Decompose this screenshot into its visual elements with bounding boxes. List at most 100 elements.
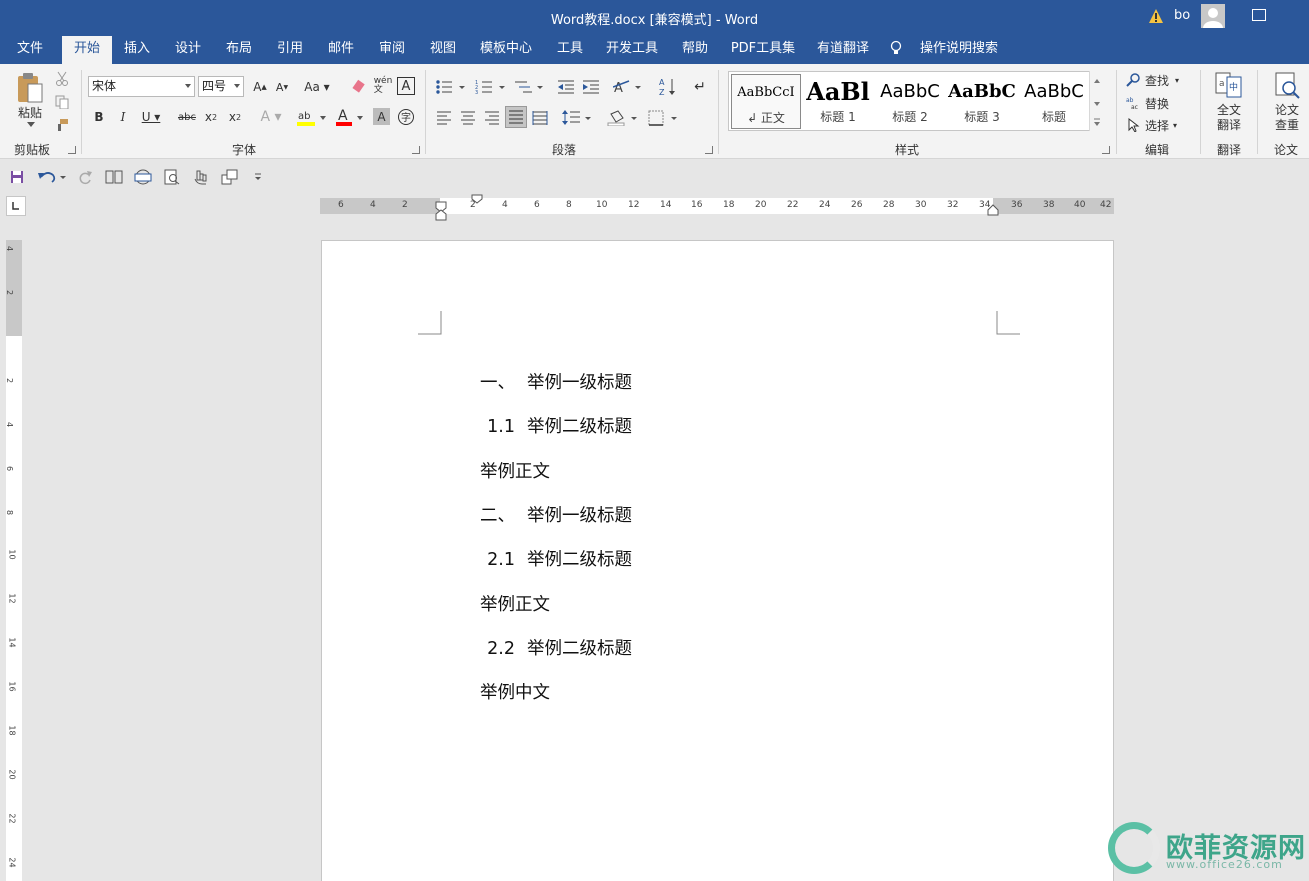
- full-text-translate-icon[interactable]: a中: [1213, 70, 1245, 100]
- style-heading-3[interactable]: AaBbC 标题 3: [947, 74, 1017, 129]
- tab-design[interactable]: 设计: [166, 34, 210, 64]
- justify-icon[interactable]: [505, 106, 527, 128]
- align-left-icon[interactable]: [434, 108, 454, 128]
- clipboard-launcher-icon[interactable]: [68, 146, 76, 154]
- document-page[interactable]: 一、 举例一级标题 1.1 举例二级标题 举例正文 二、 举例一级标题 2.1 举例二级…: [321, 240, 1114, 881]
- character-shading-icon[interactable]: A: [373, 108, 390, 125]
- user-name[interactable]: bo: [1174, 8, 1190, 23]
- change-case-icon[interactable]: Aa ▾: [300, 77, 334, 97]
- tab-references[interactable]: 引用: [268, 34, 312, 64]
- body-text[interactable]: 举例正文: [480, 458, 550, 483]
- paper-check-icon[interactable]: [1272, 70, 1302, 100]
- bullets-icon[interactable]: [434, 77, 468, 97]
- paste-dropdown-icon[interactable]: [24, 120, 38, 130]
- styles-gallery-scrollbar[interactable]: [1089, 71, 1103, 131]
- heading-2[interactable]: 2.2 举例二级标题: [480, 635, 632, 660]
- clear-formatting-icon[interactable]: [348, 77, 368, 97]
- character-border-icon[interactable]: A: [397, 77, 415, 95]
- tab-home[interactable]: 开始: [62, 36, 112, 64]
- font-size-select[interactable]: 四号: [198, 76, 244, 97]
- copy-icon[interactable]: [54, 93, 70, 111]
- style-heading-2[interactable]: AaBbC 标题 2: [875, 74, 945, 129]
- tab-review[interactable]: 审阅: [370, 34, 414, 64]
- underline-button[interactable]: U ▾: [138, 107, 164, 127]
- line-spacing-icon[interactable]: [560, 108, 594, 128]
- customize-qat-icon[interactable]: [250, 167, 266, 187]
- chinese-layout-icon[interactable]: A: [612, 77, 644, 97]
- decrease-indent-icon[interactable]: [556, 77, 576, 97]
- styles-launcher-icon[interactable]: [1102, 146, 1110, 154]
- font-name-select[interactable]: 宋体: [88, 76, 195, 97]
- style-normal[interactable]: AaBbCcI ↲ 正文: [731, 74, 801, 129]
- avatar[interactable]: [1201, 4, 1225, 28]
- tab-selector[interactable]: [6, 196, 26, 216]
- tab-file[interactable]: 文件: [8, 34, 52, 64]
- tab-developer[interactable]: 开发工具: [600, 34, 664, 64]
- heading-1[interactable]: 二、 举例一级标题: [480, 502, 632, 527]
- sort-icon[interactable]: AZ: [658, 76, 678, 98]
- reading-mode-icon[interactable]: [104, 167, 124, 187]
- web-layout-icon[interactable]: [133, 167, 153, 187]
- font-launcher-icon[interactable]: [412, 146, 420, 154]
- font-color-icon[interactable]: A: [334, 107, 366, 127]
- borders-icon[interactable]: [646, 108, 680, 128]
- show-formatting-marks-icon[interactable]: ↵: [690, 77, 710, 97]
- save-icon[interactable]: [8, 168, 26, 186]
- tab-layout[interactable]: 布局: [217, 34, 261, 64]
- warning-icon[interactable]: [1148, 8, 1164, 24]
- increase-indent-icon[interactable]: [581, 77, 601, 97]
- tab-view[interactable]: 视图: [421, 34, 465, 64]
- subscript-button[interactable]: x2: [202, 107, 220, 127]
- grow-font-icon[interactable]: A ▲: [250, 77, 270, 97]
- indent-markers[interactable]: [434, 192, 448, 224]
- undo-icon[interactable]: [36, 167, 68, 187]
- heading-2[interactable]: 2.1 举例二级标题: [480, 546, 632, 571]
- tab-mailings[interactable]: 邮件: [319, 34, 363, 64]
- paste-button[interactable]: 粘贴: [10, 104, 50, 120]
- highlight-color-icon[interactable]: ab: [294, 107, 328, 127]
- strikethrough-button[interactable]: abc: [176, 107, 198, 127]
- tab-pdf-tools[interactable]: PDF工具集: [726, 34, 800, 64]
- vertical-ruler[interactable]: 4 2 2 4 6 8 10 12 14 16 18 20 22 24: [5, 240, 22, 881]
- paper-check-button[interactable]: 论文: [1266, 102, 1308, 117]
- new-window-icon[interactable]: [220, 167, 240, 187]
- body-text[interactable]: 举例中文: [480, 679, 550, 704]
- format-painter-icon[interactable]: [54, 116, 70, 134]
- paragraph-launcher-icon[interactable]: [705, 146, 713, 154]
- heading-1[interactable]: 一、 举例一级标题: [480, 369, 632, 394]
- style-title[interactable]: AaBbC 标题: [1019, 74, 1089, 129]
- superscript-button[interactable]: x2: [226, 107, 244, 127]
- heading-2[interactable]: 1.1 举例二级标题: [480, 413, 632, 438]
- bold-button[interactable]: B: [90, 107, 108, 127]
- distributed-icon[interactable]: [530, 108, 550, 128]
- touch-mode-icon[interactable]: [191, 167, 211, 187]
- shading-icon[interactable]: [606, 108, 640, 128]
- phonetic-guide-icon[interactable]: wén 文: [372, 75, 394, 97]
- align-right-icon[interactable]: [482, 108, 502, 128]
- tell-me-search[interactable]: 操作说明搜索: [914, 34, 1004, 64]
- align-center-icon[interactable]: [458, 108, 478, 128]
- right-indent-marker[interactable]: [986, 204, 1000, 216]
- multilevel-list-icon[interactable]: [512, 77, 546, 97]
- clipboard-icon[interactable]: [12, 70, 48, 108]
- enclose-characters-icon[interactable]: 字: [396, 107, 416, 127]
- style-heading-1[interactable]: AaBl 标题 1: [803, 74, 873, 129]
- numbering-icon[interactable]: 123: [474, 77, 508, 97]
- italic-button[interactable]: I: [114, 107, 132, 127]
- tab-tools[interactable]: 工具: [548, 34, 592, 64]
- full-text-translate-button[interactable]: 全文: [1208, 102, 1250, 117]
- print-preview-icon[interactable]: [162, 167, 182, 187]
- shrink-font-icon[interactable]: A ▼: [272, 77, 292, 97]
- select-button[interactable]: 选择 ▾: [1126, 116, 1188, 134]
- redo-icon[interactable]: [76, 167, 94, 187]
- body-text[interactable]: 举例正文: [480, 591, 550, 616]
- find-button[interactable]: 查找 ▾: [1126, 71, 1188, 89]
- replace-button[interactable]: ab ac 替换: [1126, 94, 1178, 112]
- cut-icon[interactable]: [54, 70, 70, 88]
- ribbon-display-options-icon[interactable]: [1252, 9, 1266, 21]
- tab-help[interactable]: 帮助: [673, 34, 717, 64]
- tab-insert[interactable]: 插入: [115, 34, 159, 64]
- tab-youdao[interactable]: 有道翻译: [810, 34, 876, 64]
- first-line-indent-marker[interactable]: [470, 194, 484, 204]
- tab-template-center[interactable]: 模板中心: [474, 34, 538, 64]
